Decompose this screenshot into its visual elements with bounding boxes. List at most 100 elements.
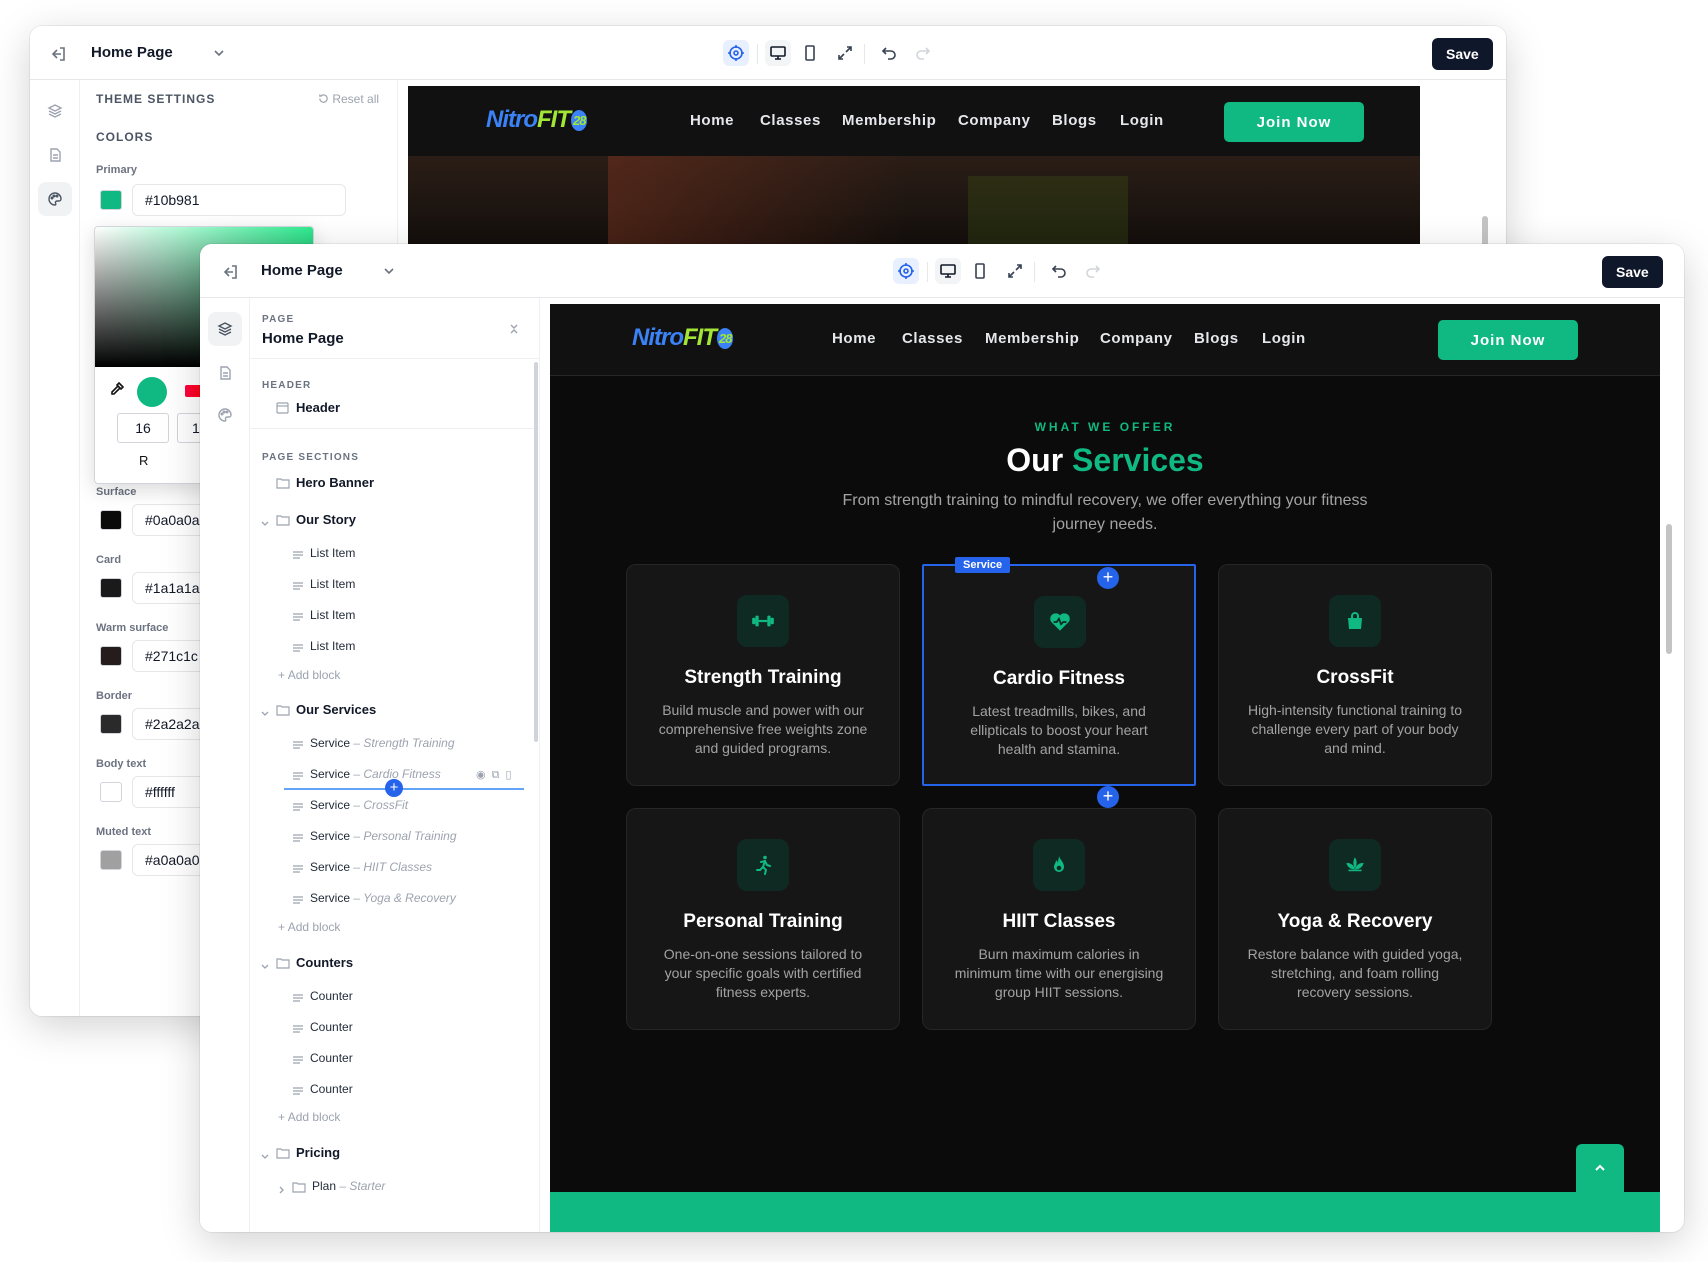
- layer-item[interactable]: List Item: [310, 639, 355, 653]
- layer-section[interactable]: Pricing: [296, 1145, 340, 1160]
- redo-icon[interactable]: [910, 40, 936, 66]
- exit-icon[interactable]: [220, 262, 240, 282]
- nav-link-classes[interactable]: Classes: [760, 112, 821, 129]
- tablet-icon[interactable]: [967, 258, 993, 284]
- join-now-button[interactable]: Join Now: [1438, 320, 1578, 360]
- layer-item[interactable]: List Item: [310, 577, 355, 591]
- nav-link-login[interactable]: Login: [1120, 112, 1164, 129]
- layers-scrollbar[interactable]: [534, 362, 538, 742]
- add-block-button[interactable]: + Add block: [278, 668, 340, 682]
- nav-link-blogs[interactable]: Blogs: [1194, 330, 1239, 347]
- save-button[interactable]: Save: [1432, 38, 1493, 70]
- add-after-icon[interactable]: +: [1097, 786, 1119, 808]
- add-block-button[interactable]: + Add block: [278, 920, 340, 934]
- join-now-button[interactable]: Join Now: [1224, 102, 1364, 142]
- layer-item[interactable]: Service – CrossFit: [310, 798, 408, 812]
- undo-icon[interactable]: [876, 40, 902, 66]
- add-before-icon[interactable]: +: [1097, 567, 1119, 589]
- exit-icon[interactable]: [48, 44, 68, 64]
- chevron-down-icon[interactable]: [260, 515, 270, 533]
- color-swatch[interactable]: [100, 714, 122, 734]
- preview-scrollbar[interactable]: [1666, 524, 1672, 654]
- reset-all-button[interactable]: Reset all: [318, 92, 379, 106]
- desktop-icon[interactable]: [935, 258, 961, 284]
- layers-icon[interactable]: [38, 94, 72, 128]
- layer-hero[interactable]: Hero Banner: [296, 475, 374, 490]
- page-title[interactable]: Home Page: [261, 262, 343, 279]
- duplicate-icon[interactable]: ⧉: [492, 769, 506, 781]
- layer-item[interactable]: Counter: [310, 1082, 353, 1096]
- redo-icon[interactable]: [1080, 258, 1106, 284]
- nav-link-membership[interactable]: Membership: [985, 330, 1079, 347]
- nav-link-home[interactable]: Home: [690, 112, 734, 129]
- site-logo[interactable]: NitroFIT 28: [632, 324, 734, 352]
- layer-section[interactable]: Our Services: [296, 702, 376, 717]
- page-icon[interactable]: [38, 138, 72, 172]
- layer-plan[interactable]: Plan – Starter: [312, 1179, 385, 1193]
- undo-icon[interactable]: [1046, 258, 1072, 284]
- nav-link-classes[interactable]: Classes: [902, 330, 963, 347]
- layer-item[interactable]: Counter: [310, 1020, 353, 1034]
- nav-link-company[interactable]: Company: [958, 112, 1031, 129]
- color-swatch[interactable]: [100, 646, 122, 666]
- save-button[interactable]: Save: [1602, 256, 1663, 288]
- chevron-down-icon[interactable]: [260, 705, 270, 723]
- eye-icon[interactable]: ◉: [476, 769, 492, 781]
- drop-plus-icon[interactable]: +: [385, 779, 403, 797]
- layer-header[interactable]: Header: [296, 400, 340, 415]
- expand-icon[interactable]: [832, 40, 858, 66]
- service-card[interactable]: HIIT Classes Burn maximum calories in min…: [922, 808, 1196, 1030]
- site-logo[interactable]: NitroFIT 28: [486, 106, 588, 134]
- page-icon[interactable]: [208, 356, 242, 390]
- chevron-down-icon[interactable]: [260, 958, 270, 976]
- trash-icon[interactable]: ▯: [505, 769, 517, 781]
- target-icon[interactable]: [723, 40, 749, 66]
- layer-item[interactable]: Service – Strength Training: [310, 736, 455, 750]
- desktop-icon[interactable]: [765, 40, 791, 66]
- service-card[interactable]: Yoga & Recovery Restore balance with guid…: [1218, 808, 1492, 1030]
- service-card[interactable]: Personal Training One-on-one sessions tai…: [626, 808, 900, 1030]
- color-swatch[interactable]: [100, 578, 122, 598]
- color-swatch[interactable]: [100, 510, 122, 530]
- red-value-input[interactable]: 16: [117, 413, 169, 443]
- nav-link-membership[interactable]: Membership: [842, 112, 936, 129]
- selected-block-tag[interactable]: Service: [955, 557, 1011, 573]
- add-block-button[interactable]: + Add block: [278, 1110, 340, 1124]
- color-swatch[interactable]: [100, 782, 122, 802]
- layer-item[interactable]: List Item: [310, 546, 355, 560]
- expand-icon[interactable]: [1002, 258, 1028, 284]
- palette-icon[interactable]: [208, 398, 242, 432]
- tablet-icon[interactable]: [797, 40, 823, 66]
- layers-page-name[interactable]: Home Page: [262, 330, 344, 347]
- layer-section[interactable]: Our Story: [296, 512, 356, 527]
- nav-link-blogs[interactable]: Blogs: [1052, 112, 1097, 129]
- chevron-down-icon[interactable]: [211, 45, 227, 61]
- layer-item[interactable]: Service – Cardio Fitness: [310, 767, 441, 781]
- layers-icon[interactable]: [208, 312, 242, 346]
- nav-link-login[interactable]: Login: [1262, 330, 1306, 347]
- scroll-top-button[interactable]: [1576, 1144, 1624, 1192]
- layer-item[interactable]: Service – Yoga & Recovery: [310, 891, 456, 905]
- chevron-down-icon[interactable]: [260, 1148, 270, 1166]
- layer-item[interactable]: Counter: [310, 1051, 353, 1065]
- layer-item[interactable]: Service – HIIT Classes: [310, 860, 432, 874]
- service-card[interactable]: Strength Training Build muscle and power …: [626, 564, 900, 786]
- eyedropper-icon[interactable]: [109, 381, 125, 402]
- nav-link-company[interactable]: Company: [1100, 330, 1173, 347]
- page-title[interactable]: Home Page: [91, 44, 173, 61]
- service-card[interactable]: Cardio Fitness Latest treadmills, bikes, …: [922, 564, 1196, 786]
- layer-section[interactable]: Counters: [296, 955, 353, 970]
- color-swatch[interactable]: [100, 850, 122, 870]
- layer-item[interactable]: Counter: [310, 989, 353, 1003]
- primary-swatch[interactable]: [100, 190, 122, 210]
- chevron-down-icon[interactable]: [381, 263, 397, 279]
- layer-item[interactable]: List Item: [310, 608, 355, 622]
- layer-item[interactable]: Service – Personal Training: [310, 829, 457, 843]
- collapse-icon[interactable]: [508, 322, 520, 341]
- palette-icon[interactable]: [38, 182, 72, 216]
- chevron-right-icon[interactable]: [276, 1182, 286, 1200]
- service-card[interactable]: CrossFit High-intensity functional traini…: [1218, 564, 1492, 786]
- primary-hex-input[interactable]: #10b981: [132, 184, 346, 216]
- nav-link-home[interactable]: Home: [832, 330, 876, 347]
- target-icon[interactable]: [893, 258, 919, 284]
